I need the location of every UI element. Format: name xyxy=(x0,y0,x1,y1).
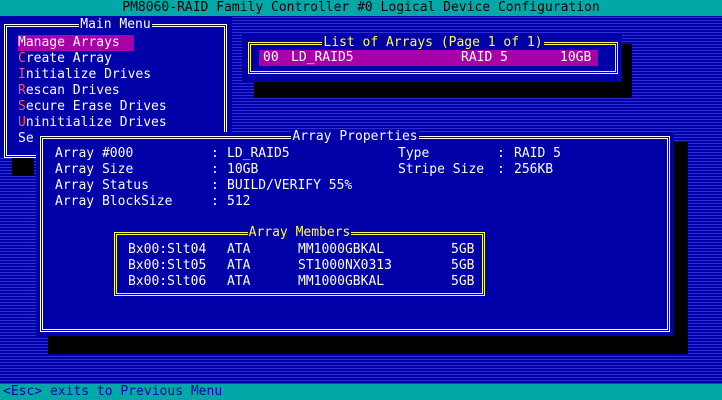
prop-value-array-blocksize: 512 xyxy=(227,194,251,209)
prop-value-array-name: LD_RAID5 xyxy=(227,146,290,161)
prop-colon: : xyxy=(211,162,219,177)
menu-item-label: ninitialize Drives xyxy=(25,115,167,130)
array-list-shadow xyxy=(254,82,632,98)
array-properties-shadow-side xyxy=(674,142,688,338)
member-size: 5GB xyxy=(451,274,475,289)
array-list-shadow-side xyxy=(622,44,632,84)
array-list-row[interactable]: 00 LD_RAID5 RAID 5 10GB xyxy=(259,50,598,66)
menu-item-label: nitialize Drives xyxy=(25,67,152,82)
menu-hotkey: Se xyxy=(18,131,34,146)
menu-item-label: escan Drives xyxy=(25,83,120,98)
member-size: 5GB xyxy=(451,258,475,273)
menu-item-label: ecure Erase Drives xyxy=(25,99,167,114)
menu-hotkey: I xyxy=(18,67,26,82)
window-title: PM8060-RAID Family Controller #0 Logical… xyxy=(0,0,722,16)
array-properties-shadow xyxy=(48,336,688,354)
member-model: MM1000GBKAL xyxy=(298,274,385,289)
array-members-title: Array Members xyxy=(247,225,352,240)
prop-colon: : xyxy=(211,146,219,161)
member-slot: Bx00:Slt06 xyxy=(128,274,207,289)
main-menu-shadow xyxy=(12,158,34,176)
prop-label-stripe-size: Stripe Size xyxy=(398,162,485,177)
array-raid-level: RAID 5 xyxy=(461,50,508,65)
array-properties-title: Array Properties xyxy=(291,129,419,144)
member-slot: Bx00:Slt04 xyxy=(128,242,207,257)
prop-label-array-blocksize: Array BlockSize xyxy=(55,194,173,209)
menu-item-rescan-drives[interactable]: Rescan Drives xyxy=(18,83,120,99)
menu-item-manage-arrays[interactable]: Manage Arrays xyxy=(18,35,134,51)
menu-item-initialize-drives[interactable]: Initialize Drives xyxy=(18,67,151,83)
array-id: 00 xyxy=(263,50,279,65)
member-slot: Bx00:Slt05 xyxy=(128,258,207,273)
member-type: ATA xyxy=(227,274,251,289)
array-member-row[interactable]: Bx00:Slt05 ATA ST1000NX0313 5GB xyxy=(0,258,722,274)
prop-label-array-size: Array Size xyxy=(55,162,134,177)
main-menu-title: Main Menu xyxy=(79,17,152,32)
prop-label-array-status: Array Status xyxy=(55,178,149,193)
member-model: MM1000GBKAL xyxy=(298,242,385,257)
array-name: LD_RAID5 xyxy=(291,50,354,65)
member-type: ATA xyxy=(227,242,251,257)
menu-hotkey: C xyxy=(18,51,26,66)
menu-item-label: anage Arrays xyxy=(25,35,120,50)
member-model: ST1000NX0313 xyxy=(298,258,392,273)
prop-value-type: RAID 5 xyxy=(514,146,561,161)
member-size: 5GB xyxy=(451,242,475,257)
menu-item-label: reate Array xyxy=(25,51,112,66)
prop-colon: : xyxy=(497,146,505,161)
menu-item-secure-erase-drives[interactable]: Secure Erase Drives xyxy=(18,99,167,115)
array-member-row[interactable]: Bx00:Slt04 ATA MM1000GBKAL 5GB xyxy=(0,242,722,258)
menu-item-partial[interactable]: Se xyxy=(18,131,34,147)
status-bar: <Esc> exits to Previous Menu xyxy=(0,384,722,400)
member-type: ATA xyxy=(227,258,251,273)
menu-item-create-array[interactable]: Create Array xyxy=(18,51,112,67)
prop-label-type: Type xyxy=(398,146,430,161)
prop-label-array-number: Array #000 xyxy=(55,146,134,161)
menu-hotkey: U xyxy=(18,115,26,130)
menu-hotkey: R xyxy=(18,83,26,98)
prop-colon: : xyxy=(497,162,505,177)
menu-hotkey: M xyxy=(18,35,26,50)
menu-hotkey: S xyxy=(18,99,26,114)
array-list-title: List of Arrays (Page 1 of 1) xyxy=(322,35,544,50)
array-member-row[interactable]: Bx00:Slt06 ATA MM1000GBKAL 5GB xyxy=(0,274,722,290)
prop-value-array-size: 10GB xyxy=(227,162,259,177)
prop-colon: : xyxy=(211,178,219,193)
prop-colon: : xyxy=(211,194,219,209)
prop-value-array-status: BUILD/VERIFY 55% xyxy=(227,178,353,193)
prop-value-stripe-size: 256KB xyxy=(514,162,554,177)
array-size: 10GB xyxy=(560,50,592,65)
